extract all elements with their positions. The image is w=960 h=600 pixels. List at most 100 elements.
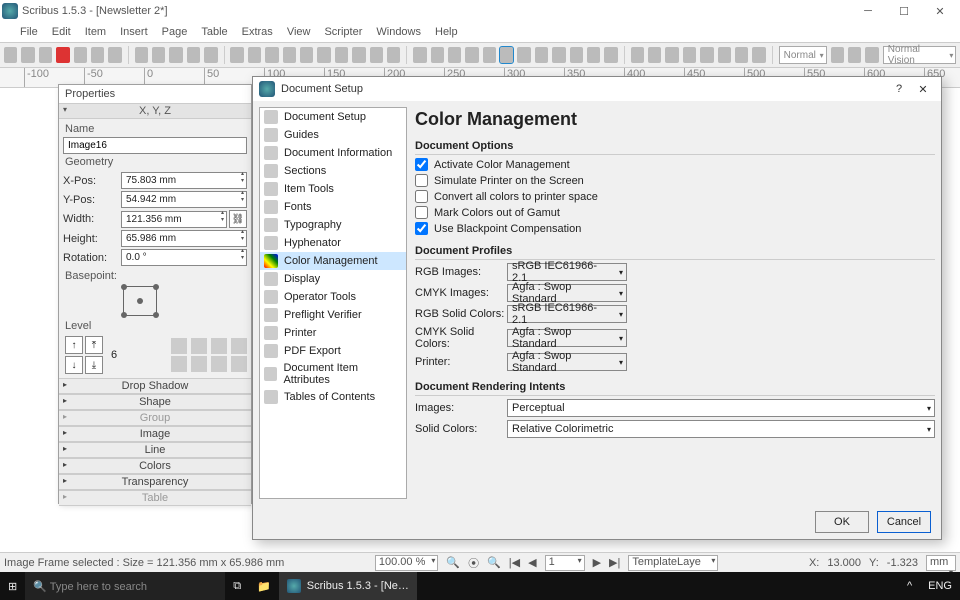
- link-wh-icon[interactable]: ⛓: [229, 210, 247, 228]
- ok-button[interactable]: OK: [815, 511, 869, 533]
- maximize-button[interactable]: ☐: [886, 0, 922, 22]
- new-icon[interactable]: [4, 47, 17, 63]
- select-rgb-images[interactable]: sRGB IEC61966-2.1: [507, 263, 627, 281]
- polygon-icon[interactable]: [352, 47, 365, 63]
- layer-combo[interactable]: TemplateLaye: [628, 555, 718, 571]
- bezier-icon[interactable]: [413, 47, 426, 63]
- menu-insert[interactable]: Insert: [120, 26, 148, 38]
- preflight-icon[interactable]: [91, 47, 104, 63]
- select-icon[interactable]: [230, 47, 243, 63]
- story-editor-icon[interactable]: [517, 47, 530, 63]
- close-button[interactable]: ✕: [922, 0, 958, 22]
- freehand-icon[interactable]: [431, 47, 444, 63]
- cancel-button[interactable]: Cancel: [877, 511, 931, 533]
- group-shape[interactable]: Shape: [59, 394, 251, 410]
- rotate-icon[interactable]: [465, 47, 478, 63]
- copy-props-icon[interactable]: [587, 47, 600, 63]
- next-page-icon[interactable]: ▶: [593, 556, 601, 569]
- select-intent-images[interactable]: Perceptual: [507, 399, 935, 417]
- preview-icon[interactable]: [848, 47, 861, 63]
- cms-icon[interactable]: [831, 47, 844, 63]
- move-bottom-button[interactable]: ⤓: [85, 356, 103, 374]
- select-rgb-solid[interactable]: sRGB IEC61966-2.1: [507, 305, 627, 323]
- pdf-text-icon[interactable]: [665, 47, 678, 63]
- pdf-check-icon[interactable]: [648, 47, 661, 63]
- nav-pdf-export[interactable]: PDF Export: [260, 342, 406, 360]
- no-export-icon[interactable]: [231, 356, 247, 372]
- nav-hyphenator[interactable]: Hyphenator: [260, 234, 406, 252]
- checkbox-simulate-printer[interactable]: [415, 174, 428, 187]
- calligraphic-icon[interactable]: [448, 47, 461, 63]
- pdf-field-icon[interactable]: [631, 47, 644, 63]
- move-up-button[interactable]: ↑: [65, 336, 83, 354]
- shape-icon[interactable]: [317, 47, 330, 63]
- move-down-button[interactable]: ↓: [65, 356, 83, 374]
- dialog-help-button[interactable]: ?: [887, 83, 911, 95]
- taskbar-app[interactable]: Scribus 1.5.3 - [Ne…: [279, 572, 417, 600]
- group-image[interactable]: Image: [59, 426, 251, 442]
- group-group[interactable]: Group: [59, 410, 251, 426]
- group-drop-shadow[interactable]: Drop Shadow: [59, 378, 251, 394]
- select-cmyk-images[interactable]: Agfa : Swop Standard: [507, 284, 627, 302]
- edit-text-icon[interactable]: [500, 47, 513, 63]
- visual-combo[interactable]: Normal Vision: [883, 46, 957, 64]
- group-table[interactable]: Table: [59, 490, 251, 506]
- close-icon[interactable]: [56, 47, 69, 63]
- menu-item[interactable]: Item: [85, 26, 106, 38]
- no-print-icon[interactable]: [211, 356, 227, 372]
- nav-printer[interactable]: Printer: [260, 324, 406, 342]
- page-combo[interactable]: 1: [545, 555, 585, 571]
- paste-icon[interactable]: [204, 47, 217, 63]
- unlink-frame-icon[interactable]: [552, 47, 565, 63]
- nav-operator-tools[interactable]: Operator Tools: [260, 288, 406, 306]
- select-intent-solid[interactable]: Relative Colorimetric: [507, 420, 935, 438]
- pdf-combo-icon[interactable]: [683, 47, 696, 63]
- copy-icon[interactable]: [187, 47, 200, 63]
- spiral-icon[interactable]: [370, 47, 383, 63]
- group-transparency[interactable]: Transparency: [59, 474, 251, 490]
- tray-chevron-icon[interactable]: ^: [899, 572, 920, 600]
- zoom-in-icon[interactable]: 🔍: [487, 556, 501, 569]
- nav-doc-info[interactable]: Document Information: [260, 144, 406, 162]
- first-page-icon[interactable]: |◀: [509, 556, 520, 569]
- select-cmyk-solid[interactable]: Agfa : Swop Standard: [507, 329, 627, 347]
- menu-page[interactable]: Page: [162, 26, 188, 38]
- move-top-button[interactable]: ⤒: [85, 336, 103, 354]
- zoom-icon[interactable]: [483, 47, 496, 63]
- task-view-icon[interactable]: ⧉: [225, 572, 249, 600]
- quality-combo[interactable]: Normal: [779, 46, 827, 64]
- save-icon[interactable]: [39, 47, 52, 63]
- print-icon[interactable]: [74, 47, 87, 63]
- undo-icon[interactable]: [135, 47, 148, 63]
- start-button[interactable]: ⊞: [0, 572, 25, 600]
- nav-doc-attributes[interactable]: Document Item Attributes: [260, 360, 406, 388]
- nav-fonts[interactable]: Fonts: [260, 198, 406, 216]
- eyedropper-icon[interactable]: [604, 47, 617, 63]
- text-frame-icon[interactable]: [248, 47, 261, 63]
- checkbox-activate-cm[interactable]: [415, 158, 428, 171]
- nav-display[interactable]: Display: [260, 270, 406, 288]
- zoom-combo[interactable]: 100.00 %: [375, 555, 438, 571]
- link-frame-icon[interactable]: [535, 47, 548, 63]
- ungroup-icon[interactable]: [191, 338, 207, 354]
- flip-h-icon[interactable]: [211, 338, 227, 354]
- pdf-3d-icon[interactable]: [752, 47, 765, 63]
- render-frame-icon[interactable]: [283, 47, 296, 63]
- nav-document-setup[interactable]: Document Setup: [260, 108, 406, 126]
- pdf-annot-icon[interactable]: [718, 47, 731, 63]
- checkbox-mark-gamut[interactable]: [415, 206, 428, 219]
- checkbox-convert-colors[interactable]: [415, 190, 428, 203]
- flip-v-icon[interactable]: [231, 338, 247, 354]
- table-icon[interactable]: [300, 47, 313, 63]
- last-page-icon[interactable]: ▶|: [609, 556, 620, 569]
- nav-item-tools[interactable]: Item Tools: [260, 180, 406, 198]
- nav-toc[interactable]: Tables of Contents: [260, 388, 406, 406]
- dialog-close-button[interactable]: ✕: [911, 83, 935, 96]
- zoom-reset-icon[interactable]: ⦿: [468, 555, 479, 571]
- nav-typography[interactable]: Typography: [260, 216, 406, 234]
- prev-page-icon[interactable]: ◀: [528, 556, 536, 569]
- lock-icon[interactable]: [171, 356, 187, 372]
- measure-icon[interactable]: [570, 47, 583, 63]
- group-icon[interactable]: [171, 338, 187, 354]
- height-input[interactable]: 65.986 mm: [121, 230, 247, 247]
